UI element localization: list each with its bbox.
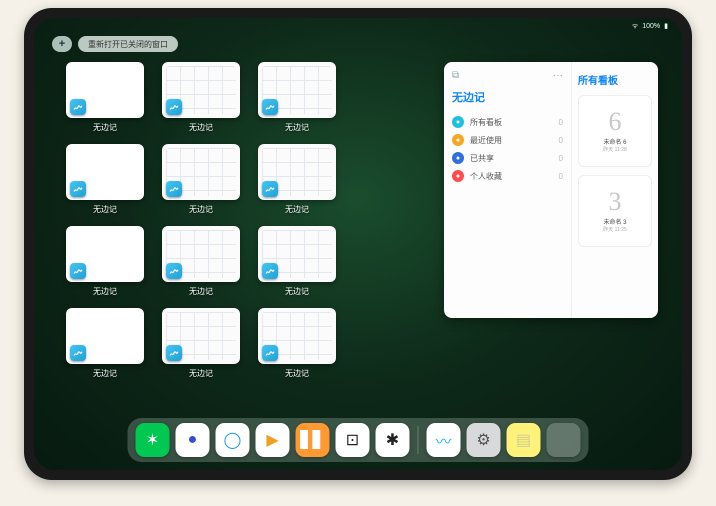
panel-subtitle: 所有看板 [578,72,652,87]
sidebar-item-label: 个人收藏 [470,171,502,182]
category-icon: ● [452,170,464,182]
dock-app-settings[interactable]: ⚙ [467,423,501,457]
category-icon: ● [452,152,464,164]
window-thumbnail-grid: 无边记无边记无边记无边记无边记无边记无边记无边记无边记无边记无边记无边记 [66,62,432,412]
sidebar-item-count: 0 [559,118,563,127]
thumbnail-label: 无边记 [285,368,309,379]
freeform-app-icon [262,181,278,197]
freeform-app-icon [70,99,86,115]
board-subcaption: 昨天 11:28 [603,146,627,153]
freeform-app-icon [262,263,278,279]
category-icon: ● [452,116,464,128]
window-thumbnail[interactable]: 无边记 [258,226,336,302]
window-thumbnail[interactable]: 无边记 [66,144,144,220]
window-thumbnail[interactable]: 无边记 [258,144,336,220]
window-thumbnail[interactable]: 无边记 [162,144,240,220]
freeform-app-icon [166,263,182,279]
sidebar-item-count: 0 [559,136,563,145]
sidebar-item[interactable]: ● 已共享 0 [450,149,565,167]
freeform-app-icon [166,345,182,361]
freeform-app-icon [262,345,278,361]
dock-app-play[interactable]: ▶ [256,423,290,457]
thumbnail-label: 无边记 [285,204,309,215]
thumbnail-label: 无边记 [189,122,213,133]
board-preview[interactable]: 3 未命名 3昨天 11:25 [578,175,652,247]
thumbnail-label: 无边记 [93,368,117,379]
board-preview[interactable]: 6 未命名 6昨天 11:28 [578,95,652,167]
sidebar-icon[interactable]: ⧉ [452,70,459,81]
thumbnail-label: 无边记 [93,122,117,133]
window-thumbnail[interactable]: 无边记 [162,308,240,384]
dock-app-browser-1[interactable]: ● [176,423,210,457]
board-sketch: 6 [609,109,622,135]
board-caption: 未命名 6 [603,137,626,146]
thumbnail-label: 无边记 [189,204,213,215]
window-thumbnail[interactable]: 无边记 [258,62,336,138]
freeform-panel[interactable]: ⧉ ··· 无边记 ● 所有看板 0 ● 最近使用 0 ● 已共享 0 ● 个人收藏 0 所有看板 6… [444,62,658,318]
window-thumbnail[interactable]: 无边记 [66,62,144,138]
dock-app-dice[interactable]: ⊡ [336,423,370,457]
sidebar-item-count: 0 [559,154,563,163]
freeform-app-icon [262,99,278,115]
sidebar-item-label: 所有看板 [470,117,502,128]
board-subcaption: 昨天 11:25 [603,226,627,233]
window-thumbnail[interactable]: 无边记 [258,308,336,384]
home-screen: ᯤ 100% ▮ + 重新打开已关闭的窗口 无边记无边记无边记无边记无边记无边记… [34,18,682,470]
freeform-app-icon [166,181,182,197]
sidebar-item-count: 0 [559,172,563,181]
battery-icon: ▮ [664,22,668,30]
sidebar-item-label: 最近使用 [470,135,502,146]
thumbnail-label: 无边记 [93,204,117,215]
dock-app-library[interactable] [547,423,581,457]
window-thumbnail[interactable]: 无边记 [162,62,240,138]
window-thumbnail[interactable]: 无边记 [162,226,240,302]
sidebar-item[interactable]: ● 个人收藏 0 [450,167,565,185]
thumbnail-label: 无边记 [285,122,309,133]
sidebar-item-label: 已共享 [470,153,494,164]
board-caption: 未命名 3 [603,217,626,226]
reopen-closed-window-button[interactable]: 重新打开已关闭的窗口 [78,36,178,52]
dock: ✶●◯▶▋▋⊡✱ 〰⚙▤ [128,418,589,462]
ipad-frame: ᯤ 100% ▮ + 重新打开已关闭的窗口 无边记无边记无边记无边记无边记无边记… [24,8,692,480]
sidebar-item[interactable]: ● 所有看板 0 [450,113,565,131]
category-icon: ● [452,134,464,146]
more-icon[interactable]: ··· [553,70,563,81]
window-thumbnail[interactable]: 无边记 [66,308,144,384]
thumbnail-label: 无边记 [189,368,213,379]
dock-app-books[interactable]: ▋▋ [296,423,330,457]
dock-app-freeform[interactable]: 〰 [427,423,461,457]
top-controls: + 重新打开已关闭的窗口 [52,36,178,52]
freeform-app-icon [166,99,182,115]
board-sketch: 3 [609,189,622,215]
freeform-app-icon [70,263,86,279]
dock-app-wechat[interactable]: ✶ [136,423,170,457]
dock-separator [418,426,419,454]
dock-app-connect[interactable]: ✱ [376,423,410,457]
dock-app-browser-2[interactable]: ◯ [216,423,250,457]
status-bar: ᯤ 100% ▮ [34,18,682,32]
freeform-app-icon [70,181,86,197]
panel-title: 无边记 [452,89,565,105]
battery-text: 100% [642,23,660,30]
thumbnail-label: 无边记 [285,286,309,297]
wifi-icon: ᯤ [632,22,638,31]
sidebar-item[interactable]: ● 最近使用 0 [450,131,565,149]
thumbnail-label: 无边记 [93,286,117,297]
dock-app-notes[interactable]: ▤ [507,423,541,457]
freeform-app-icon [70,345,86,361]
add-button[interactable]: + [52,36,72,52]
thumbnail-label: 无边记 [189,286,213,297]
window-thumbnail[interactable]: 无边记 [66,226,144,302]
